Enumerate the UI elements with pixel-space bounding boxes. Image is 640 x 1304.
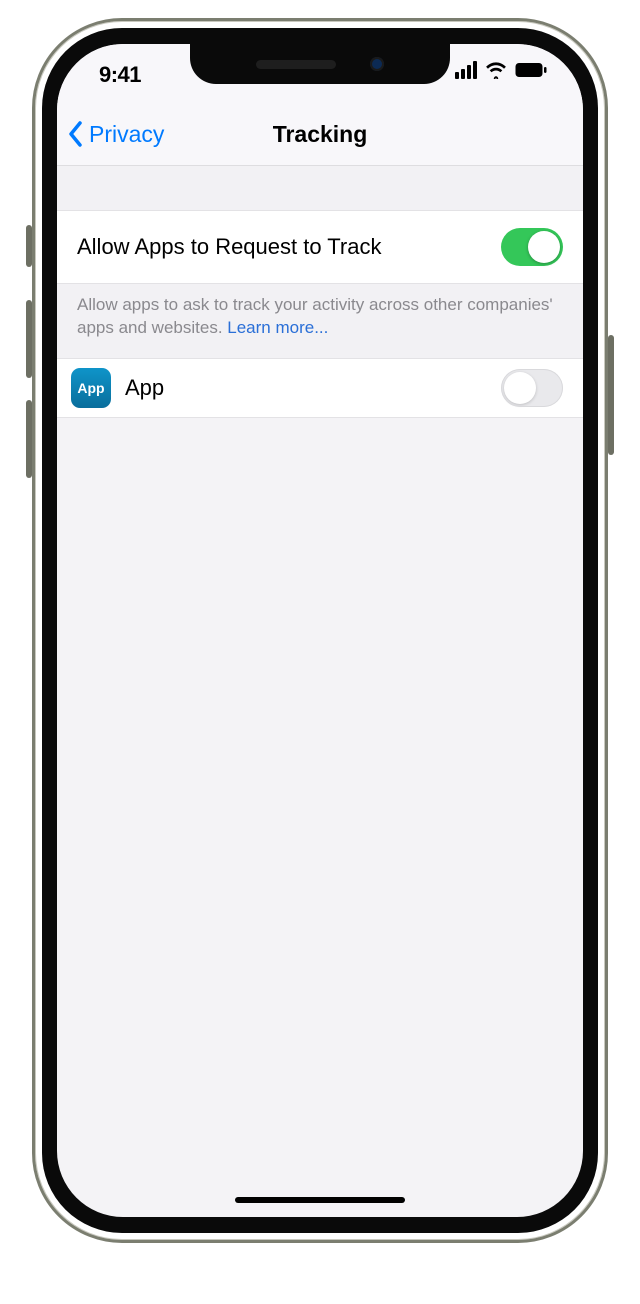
allow-tracking-row: Allow Apps to Request to Track [57, 210, 583, 284]
navigation-bar: Privacy Tracking [57, 102, 583, 166]
app-icon: App [71, 368, 111, 408]
allow-tracking-toggle[interactable] [501, 228, 563, 266]
wifi-icon [485, 61, 507, 79]
status-time: 9:41 [99, 62, 141, 88]
learn-more-link[interactable]: Learn more... [227, 318, 328, 337]
home-indicator[interactable] [235, 1197, 405, 1203]
allow-tracking-label: Allow Apps to Request to Track [77, 234, 501, 260]
battery-icon [515, 62, 547, 78]
app-row: App App [57, 358, 583, 418]
device-notch [190, 44, 450, 84]
app-tracking-toggle[interactable] [501, 369, 563, 407]
tracking-description: Allow apps to ask to track your activity… [57, 284, 583, 358]
status-icons [455, 61, 547, 79]
app-name-label: App [125, 375, 487, 401]
cellular-icon [455, 61, 477, 79]
page-title: Tracking [57, 102, 583, 166]
